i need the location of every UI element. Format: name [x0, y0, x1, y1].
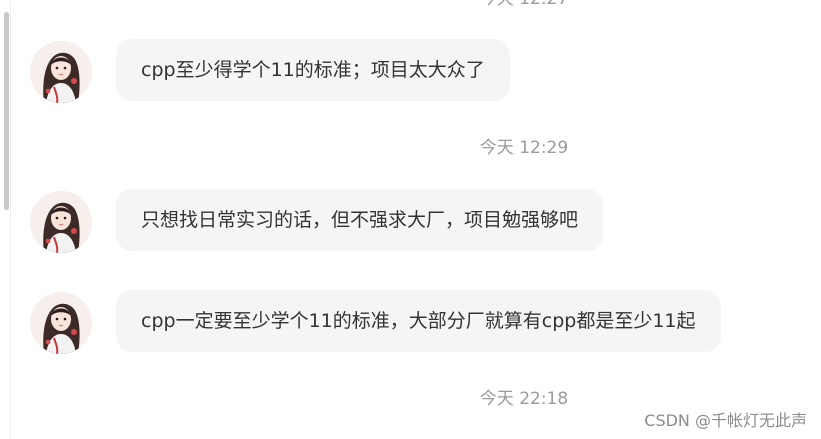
- message-bubble[interactable]: cpp一定要至少学个11的标准，大部分厂就算有cpp都是至少11起: [116, 290, 721, 352]
- avatar[interactable]: [30, 292, 92, 354]
- timestamp: 今天 22:18: [479, 389, 569, 409]
- anime-girl-avatar-icon: [30, 41, 92, 103]
- message-bubble[interactable]: cpp至少得学个11的标准；项目太大众了: [116, 39, 510, 101]
- csdn-watermark: CSDN @千帐灯无此声: [644, 411, 807, 430]
- timestamp: 今天 12:29: [479, 138, 569, 158]
- avatar[interactable]: [30, 41, 92, 103]
- avatar[interactable]: [30, 191, 92, 253]
- chat-window: 今天 12:27 cpp至少得学个11的标准；项目太大众了 今天 12:29: [0, 0, 821, 439]
- message-row: cpp一定要至少学个11的标准，大部分厂就算有cpp都是至少11起: [0, 290, 821, 356]
- timestamp: 今天 12:27: [424, 0, 624, 10]
- message-row: 只想找日常实习的话，但不强求大厂，项目勉强够吧: [0, 189, 821, 255]
- message-row: cpp至少得学个11的标准；项目太大众了: [0, 39, 821, 105]
- anime-girl-avatar-icon: [30, 191, 92, 253]
- message-bubble[interactable]: 只想找日常实习的话，但不强求大厂，项目勉强够吧: [116, 189, 604, 251]
- anime-girl-avatar-icon: [30, 292, 92, 354]
